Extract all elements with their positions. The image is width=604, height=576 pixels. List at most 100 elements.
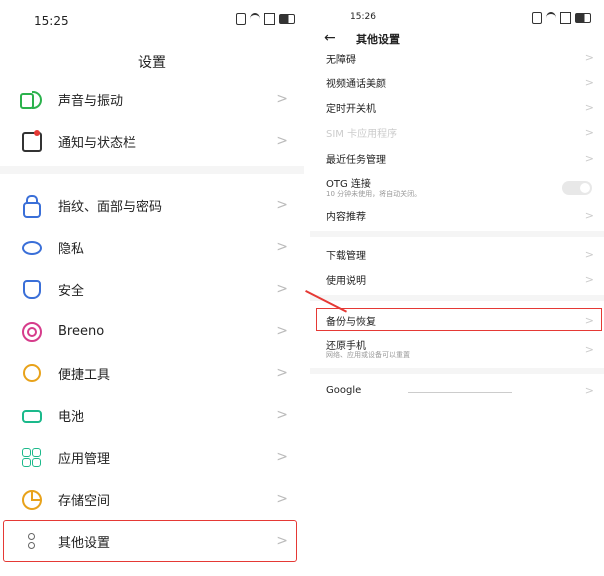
shield-icon	[20, 278, 42, 300]
settings-item-label: 声音与振动	[58, 93, 124, 109]
battery-status-icon	[279, 14, 295, 24]
settings-item-subtitle: 10 分钟未使用，将自动关闭。	[326, 190, 422, 198]
settings-item-label: 定时开关机	[326, 103, 376, 115]
chevron-right-icon: >	[584, 247, 594, 261]
settings-item-sim-apps: SIM 卡应用程序 >	[310, 122, 604, 142]
status-bar: 15:25	[0, 0, 310, 46]
chevron-right-icon: >	[584, 50, 594, 64]
settings-item-reset-phone[interactable]: 还原手机 网络、应用或设备可以重置 >	[310, 335, 604, 363]
settings-item-storage[interactable]: 存储空间 >	[0, 478, 304, 520]
settings-item-label: 视频通话美颜	[326, 78, 386, 90]
section-divider	[310, 368, 604, 374]
settings-item-tools[interactable]: 便捷工具 >	[0, 352, 304, 394]
highlight-box	[3, 520, 297, 562]
status-time: 15:25	[34, 14, 69, 28]
chevron-right-icon: >	[276, 239, 288, 255]
breeno-icon	[20, 320, 42, 342]
header: ← 其他设置	[310, 30, 604, 48]
lock-icon	[20, 194, 42, 218]
settings-item-accessibility[interactable]: 无障碍 >	[310, 50, 604, 67]
wifi-icon	[250, 13, 260, 25]
settings-item-download-manager[interactable]: 下载管理 >	[310, 244, 604, 264]
back-arrow-icon[interactable]: ←	[324, 30, 336, 46]
settings-item-breeno[interactable]: Breeno >	[0, 310, 304, 352]
divider-line	[408, 392, 512, 393]
settings-item-label: OTG 连接	[326, 179, 371, 190]
settings-item-label: Google	[326, 384, 362, 396]
chevron-right-icon: >	[276, 133, 288, 149]
settings-item-label: 使用说明	[326, 275, 366, 287]
sim-icon	[560, 12, 571, 24]
settings-item-privacy[interactable]: 隐私 >	[0, 226, 304, 268]
settings-item-label: 内容推荐	[326, 211, 366, 223]
settings-item-sound[interactable]: 声音与振动 >	[0, 78, 304, 120]
chevron-right-icon: >	[584, 383, 594, 397]
chevron-right-icon: >	[584, 208, 594, 222]
section-divider	[310, 231, 604, 237]
chevron-right-icon: >	[584, 100, 594, 114]
vibrate-icon	[236, 13, 246, 25]
apps-icon	[20, 446, 42, 468]
section-divider	[310, 295, 604, 301]
chevron-right-icon: >	[584, 272, 594, 286]
settings-item-content-recommend[interactable]: 内容推荐 >	[310, 205, 604, 225]
chevron-right-icon: >	[276, 491, 288, 507]
tools-icon	[20, 362, 42, 384]
settings-item-label: 电池	[58, 409, 85, 425]
settings-item-instructions[interactable]: 使用说明 >	[310, 269, 604, 289]
settings-item-label: 便捷工具	[58, 367, 111, 383]
settings-item-label: SIM 卡应用程序	[326, 128, 398, 140]
settings-item-notifications[interactable]: 通知与状态栏 >	[0, 120, 304, 162]
sim-icon	[264, 13, 275, 25]
status-time: 15:26	[350, 12, 376, 22]
page-title: 其他设置	[356, 33, 400, 46]
settings-item-label: 最近任务管理	[326, 154, 386, 166]
settings-item-label: 存储空间	[58, 493, 111, 509]
chevron-right-icon: >	[276, 365, 288, 381]
chevron-right-icon: >	[276, 323, 288, 339]
settings-item-label: 隐私	[58, 241, 85, 257]
chevron-right-icon: >	[584, 125, 594, 139]
privacy-icon	[20, 236, 42, 258]
chevron-right-icon: >	[276, 281, 288, 297]
settings-item-apps[interactable]: 应用管理 >	[0, 436, 304, 478]
notification-icon	[20, 130, 42, 152]
settings-item-video-beauty[interactable]: 视频通话美颜 >	[310, 72, 604, 92]
chevron-right-icon: >	[276, 407, 288, 423]
page-title: 设置	[138, 55, 166, 71]
chevron-right-icon: >	[276, 197, 288, 213]
settings-item-label: Breeno	[58, 323, 105, 339]
vibrate-icon	[532, 12, 542, 24]
settings-item-safety[interactable]: 安全 >	[0, 268, 304, 310]
settings-item-google[interactable]: Google >	[310, 380, 604, 400]
highlight-box	[316, 308, 602, 331]
settings-item-label: 无障碍	[326, 55, 356, 66]
settings-item-label: 应用管理	[58, 451, 111, 467]
settings-item-label: 通知与状态栏	[58, 135, 137, 151]
section-divider	[0, 166, 304, 174]
otg-toggle[interactable]	[562, 181, 592, 195]
chevron-right-icon: >	[584, 342, 594, 356]
settings-item-label: 安全	[58, 283, 85, 299]
wifi-icon	[546, 12, 556, 24]
battery-status-icon	[575, 13, 591, 23]
battery-icon	[20, 404, 42, 426]
status-icons	[532, 12, 591, 24]
settings-item-security-password[interactable]: 指纹、面部与密码 >	[0, 184, 304, 226]
chevron-right-icon: >	[276, 449, 288, 465]
chevron-right-icon: >	[584, 151, 594, 165]
settings-item-recent-tasks[interactable]: 最近任务管理 >	[310, 148, 604, 168]
settings-item-otg[interactable]: OTG 连接 10 分钟未使用，将自动关闭。	[310, 173, 604, 203]
chevron-right-icon: >	[276, 91, 288, 107]
settings-item-label: 下载管理	[326, 250, 366, 262]
settings-item-subtitle: 网络、应用或设备可以重置	[326, 351, 410, 359]
sound-icon	[20, 88, 42, 110]
settings-item-battery[interactable]: 电池 >	[0, 394, 304, 436]
settings-item-label: 指纹、面部与密码	[58, 199, 163, 215]
settings-screen: 15:25 设置 声音与振动 > 通知与状态栏 > 指纹、面部与密码 > 隐私 …	[0, 0, 310, 576]
status-icons	[236, 13, 295, 25]
other-settings-screen: 15:26 ← 其他设置 无障碍 > 视频通话美颜 > 定时开关机 > SIM …	[310, 0, 604, 576]
chevron-right-icon: >	[584, 75, 594, 89]
storage-icon	[20, 488, 42, 510]
settings-item-scheduled-power[interactable]: 定时开关机 >	[310, 97, 604, 117]
